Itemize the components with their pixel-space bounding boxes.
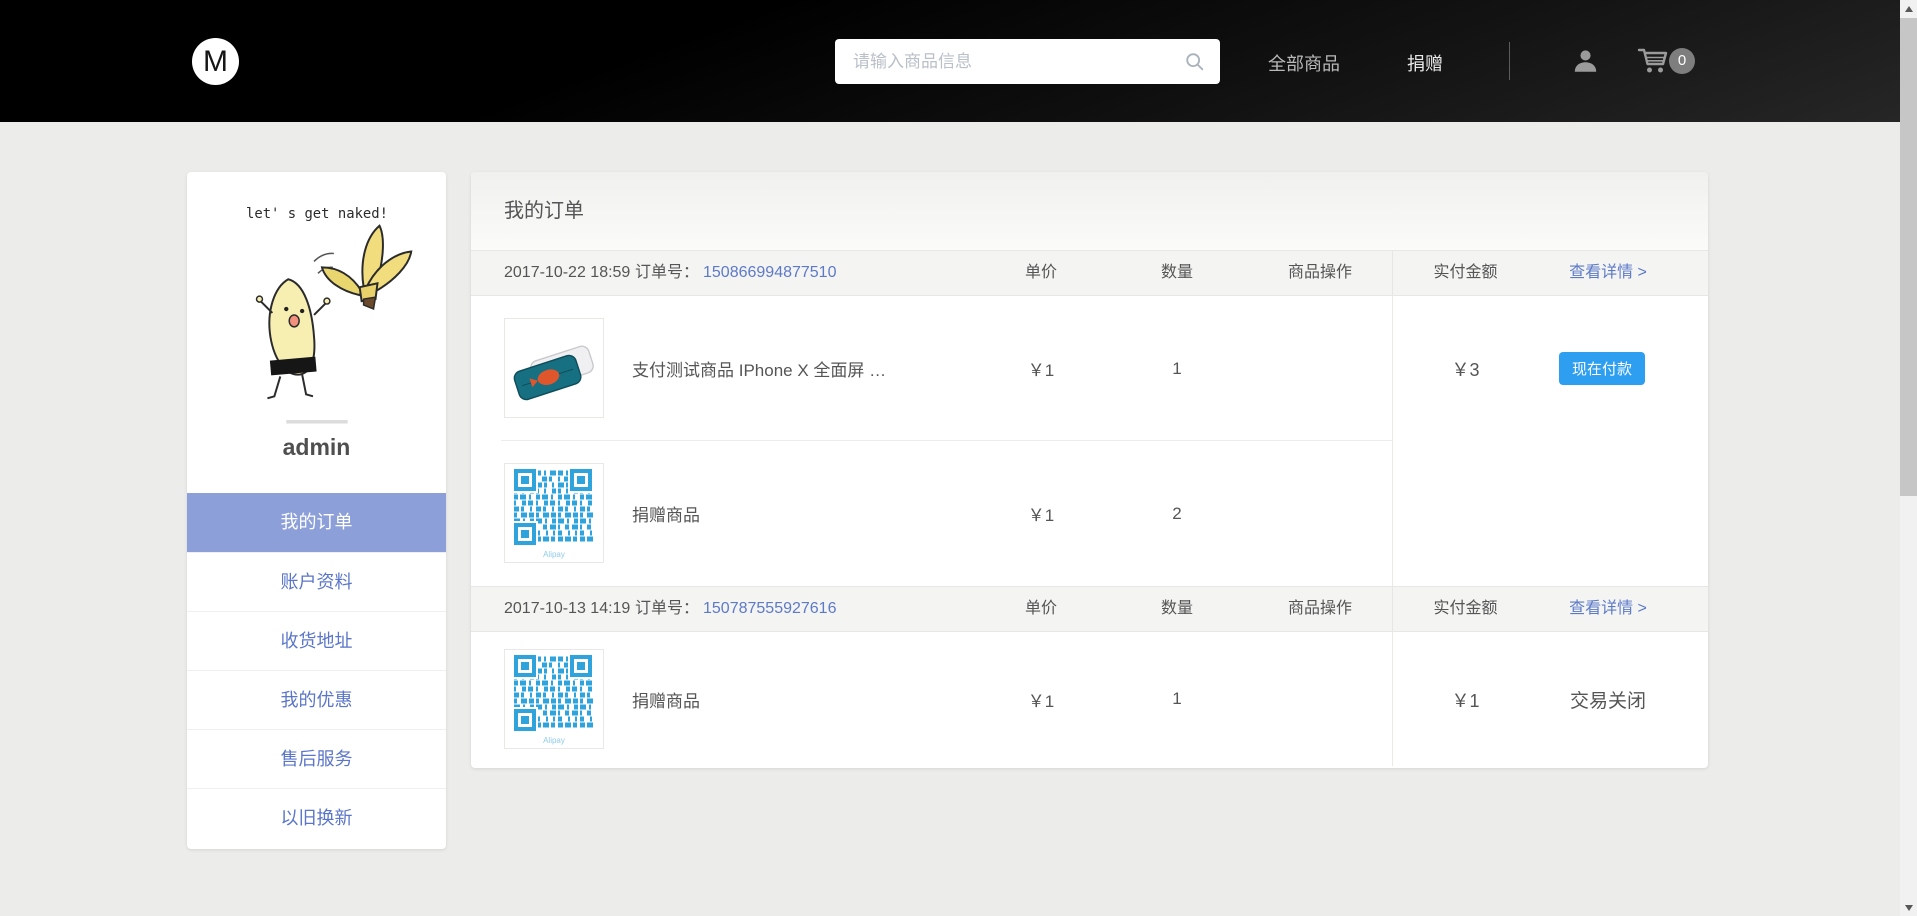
cart-icon[interactable]	[1637, 47, 1669, 75]
nav-divider	[1509, 42, 1510, 80]
alipay-qr-image: Alipay	[510, 467, 598, 559]
column-paid-amount: 实付金额	[1393, 587, 1538, 631]
logo-letter: M	[203, 45, 228, 79]
nav-all-products[interactable]: 全部商品	[1268, 50, 1340, 76]
order-header: 2017-10-22 18:59 订单号： 150866994877510 单价…	[471, 250, 1708, 296]
username: admin	[187, 434, 446, 461]
order-header-right: 实付金额 查看详情 >	[1392, 587, 1708, 631]
item-unit-price: ￥1	[1001, 632, 1081, 766]
product-image[interactable]: Alipay	[504, 463, 604, 563]
order-no-label: 订单号：	[635, 251, 699, 295]
banana-illustration: let' s get naked!	[214, 192, 420, 430]
order-header: 2017-10-13 14:19 订单号： 150787555927616 单价…	[471, 586, 1708, 632]
product-image[interactable]	[504, 318, 604, 418]
scrollbar[interactable]	[1900, 0, 1917, 916]
column-unit-price: 单价	[1001, 251, 1081, 295]
order-date: 2017-10-13 14:19	[504, 587, 630, 631]
alipay-qr-image: Alipay	[510, 653, 598, 745]
sidebar-item-after-sales[interactable]: 售后服务	[187, 729, 446, 788]
sidebar: let' s get naked!	[187, 172, 446, 849]
product-name[interactable]: 捐赠商品	[632, 632, 700, 766]
order-items: Alipay 捐赠商品 ￥1 1 ￥1 交易关闭	[471, 632, 1708, 766]
item-quantity: 2	[1137, 441, 1217, 586]
avatar-caption: let' s get naked!	[245, 206, 387, 222]
top-navbar: M 全部商品 捐赠 0	[0, 0, 1900, 122]
column-paid-amount: 实付金额	[1393, 251, 1538, 295]
item-quantity: 1	[1137, 296, 1217, 441]
sidebar-item-account-info[interactable]: 账户资料	[187, 552, 446, 611]
item-unit-price: ￥1	[1001, 296, 1081, 441]
scroll-up-button[interactable]	[1900, 0, 1917, 17]
scroll-down-button[interactable]	[1900, 899, 1917, 916]
orders-panel: 我的订单 2017-10-22 18:59 订单号： 1508669948775…	[471, 172, 1708, 768]
view-details-link[interactable]: 查看详情 >	[1533, 587, 1683, 631]
paid-amount: ￥3	[1393, 356, 1538, 382]
paid-amount-cell: ￥1 交易关闭	[1392, 632, 1708, 766]
cart-count-badge[interactable]: 0	[1669, 48, 1695, 74]
column-item-action: 商品操作	[1267, 251, 1373, 295]
sidebar-item-my-orders[interactable]: 我的订单	[187, 493, 446, 552]
order-no-link[interactable]: 150787555927616	[703, 587, 836, 631]
column-item-action: 商品操作	[1267, 587, 1373, 631]
sidebar-item-shipping-address[interactable]: 收货地址	[187, 611, 446, 670]
paid-amount: ￥1	[1393, 687, 1538, 713]
search-input[interactable]	[835, 39, 1184, 84]
avatar: let' s get naked!	[214, 192, 420, 430]
logo[interactable]: M	[192, 38, 239, 85]
order-items: 支付测试商品 IPhone X 全面屏 … ￥1 1	[471, 296, 1708, 586]
item-unit-price: ￥1	[1001, 441, 1081, 586]
user-icon[interactable]	[1572, 47, 1599, 74]
search-box	[835, 39, 1220, 84]
scroll-thumb[interactable]	[1900, 18, 1917, 496]
product-image[interactable]: Alipay	[504, 649, 604, 749]
order-no-label: 订单号：	[635, 587, 699, 631]
paid-amount-cell: ￥3 现在付款	[1392, 296, 1708, 586]
pay-now-button[interactable]: 现在付款	[1559, 352, 1645, 385]
iphone-product-image	[508, 322, 600, 414]
order-status-closed: 交易关闭	[1533, 686, 1683, 713]
qr-caption: Alipay	[543, 736, 565, 745]
order-1: 2017-10-22 18:59 订单号： 150866994877510 单价…	[471, 250, 1708, 586]
order-header-right: 实付金额 查看详情 >	[1392, 251, 1708, 295]
panel-title: 我的订单	[471, 172, 1708, 250]
column-quantity: 数量	[1137, 587, 1217, 631]
order-no-link[interactable]: 150866994877510	[703, 251, 836, 295]
order-date: 2017-10-22 18:59	[504, 251, 630, 295]
search-icon[interactable]	[1184, 51, 1206, 73]
sidebar-item-my-coupons[interactable]: 我的优惠	[187, 670, 446, 729]
column-unit-price: 单价	[1001, 587, 1081, 631]
item-quantity: 1	[1137, 632, 1217, 766]
order-2: 2017-10-13 14:19 订单号： 150787555927616 单价…	[471, 586, 1708, 766]
nav-donate[interactable]: 捐赠	[1407, 50, 1443, 76]
product-name[interactable]: 捐赠商品	[632, 441, 700, 586]
qr-caption: Alipay	[543, 550, 565, 559]
sidebar-item-trade-in[interactable]: 以旧换新	[187, 788, 446, 847]
view-details-link[interactable]: 查看详情 >	[1533, 251, 1683, 295]
product-name[interactable]: 支付测试商品 IPhone X 全面屏 …	[632, 296, 886, 441]
column-quantity: 数量	[1137, 251, 1217, 295]
sidebar-menu: 我的订单 账户资料 收货地址 我的优惠 售后服务 以旧换新	[187, 493, 446, 847]
